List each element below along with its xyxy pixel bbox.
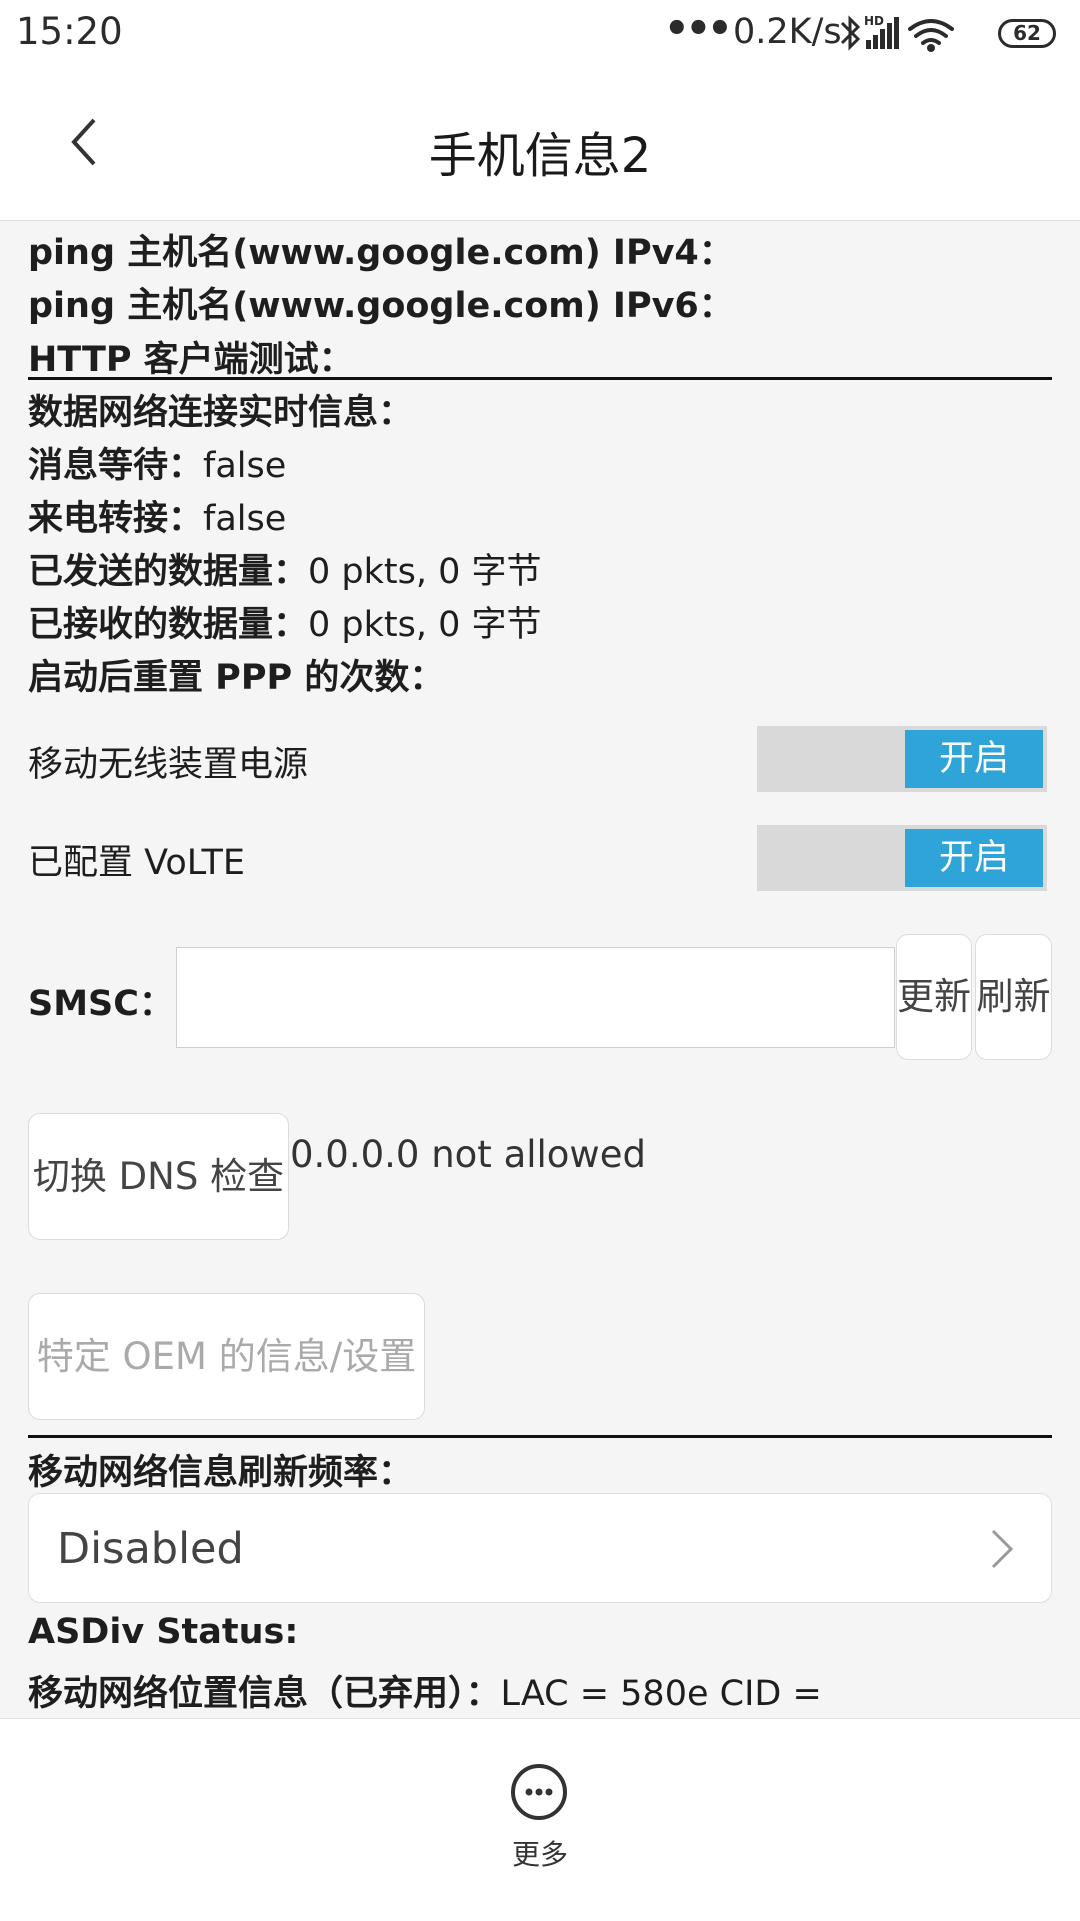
battery-icon: 62 xyxy=(998,19,1056,48)
hd-label: HD xyxy=(864,14,884,28)
cell-location-value: LAC = 580e CID = xyxy=(500,1674,822,1714)
ping-ipv4-label: ping 主机名(www.google.com) IPv4： xyxy=(28,233,734,273)
radio-power-toggle[interactable]: 开启 xyxy=(757,726,1047,792)
message-waiting-label: 消息等待： xyxy=(28,446,204,486)
signal-icon: HD xyxy=(864,14,899,49)
data-received-label: 已接收的数据量： xyxy=(28,605,309,645)
page-title: 手机信息2 xyxy=(428,128,652,184)
refresh-rate-select[interactable]: Disabled xyxy=(28,1493,1052,1603)
oem-info-button[interactable]: 特定 OEM 的信息/设置 xyxy=(28,1293,425,1420)
volte-label: 已配置 VoLTE xyxy=(28,843,245,883)
more-label[interactable]: 更多 xyxy=(0,1833,1080,1873)
bluetooth-icon xyxy=(840,15,861,51)
chevron-right-icon xyxy=(991,1529,1014,1569)
data-received-value: 0 pkts, 0 字节 xyxy=(308,605,542,645)
cell-location-row: 移动网络位置信息（已弃用）：LAC = 580e CID = xyxy=(28,1665,822,1716)
volte-toggle[interactable]: 开启 xyxy=(757,825,1047,891)
toggle-dns-check-button[interactable]: 切换 DNS 检查 xyxy=(28,1113,289,1240)
ppp-reset-label: 启动后重置 PPP 的次数： xyxy=(28,658,445,698)
message-waiting-row: 消息等待：false xyxy=(28,437,286,488)
refresh-rate-selected: Disabled xyxy=(57,1524,244,1574)
refresh-rate-label: 移动网络信息刷新频率： xyxy=(28,1453,414,1493)
refresh-button[interactable]: 刷新 xyxy=(975,934,1052,1060)
data-sent-value: 0 pkts, 0 字节 xyxy=(308,552,542,592)
radio-power-label: 移动无线装置电源 xyxy=(28,745,309,785)
data-received-row: 已接收的数据量：0 pkts, 0 字节 xyxy=(28,596,542,647)
notification-dots: ••• xyxy=(664,6,733,52)
smsc-input[interactable] xyxy=(176,947,895,1048)
data-realtime-label: 数据网络连接实时信息： xyxy=(28,393,414,433)
message-waiting-value: false xyxy=(203,446,287,486)
section-divider xyxy=(28,1435,1052,1438)
data-sent-row: 已发送的数据量：0 pkts, 0 字节 xyxy=(28,543,542,594)
status-time: 15:20 xyxy=(16,10,123,53)
bottom-bar: 更多 xyxy=(0,1718,1080,1921)
http-client-test-label: HTTP 客户端测试： xyxy=(28,340,354,380)
asdiv-status-label: ASDiv Status: xyxy=(28,1612,299,1652)
update-button[interactable]: 更新 xyxy=(896,934,972,1060)
status-bar: 15:20 ••• 0.2K/s HD 62 xyxy=(0,0,1080,70)
app-bar: 手机信息2 xyxy=(0,70,1080,221)
call-forward-label: 来电转接： xyxy=(28,499,204,539)
data-sent-label: 已发送的数据量： xyxy=(28,552,309,592)
status-icons: HD xyxy=(840,14,954,52)
call-forward-value: false xyxy=(203,499,287,539)
wifi-icon xyxy=(908,19,954,52)
dns-status-text: 0.0.0.0 not allowed xyxy=(290,1133,646,1176)
volte-toggle-state: 开启 xyxy=(905,829,1043,887)
radio-power-toggle-state: 开启 xyxy=(905,730,1043,788)
more-horizontal-icon[interactable] xyxy=(511,1764,567,1820)
section-divider xyxy=(28,377,1052,380)
ping-ipv6-label: ping 主机名(www.google.com) IPv6： xyxy=(28,286,734,326)
smsc-label: SMSC： xyxy=(28,984,174,1024)
network-speed: 0.2K/s xyxy=(733,12,842,52)
cell-location-label: 移动网络位置信息（已弃用）： xyxy=(28,1674,501,1714)
call-forward-row: 来电转接：false xyxy=(28,490,286,541)
